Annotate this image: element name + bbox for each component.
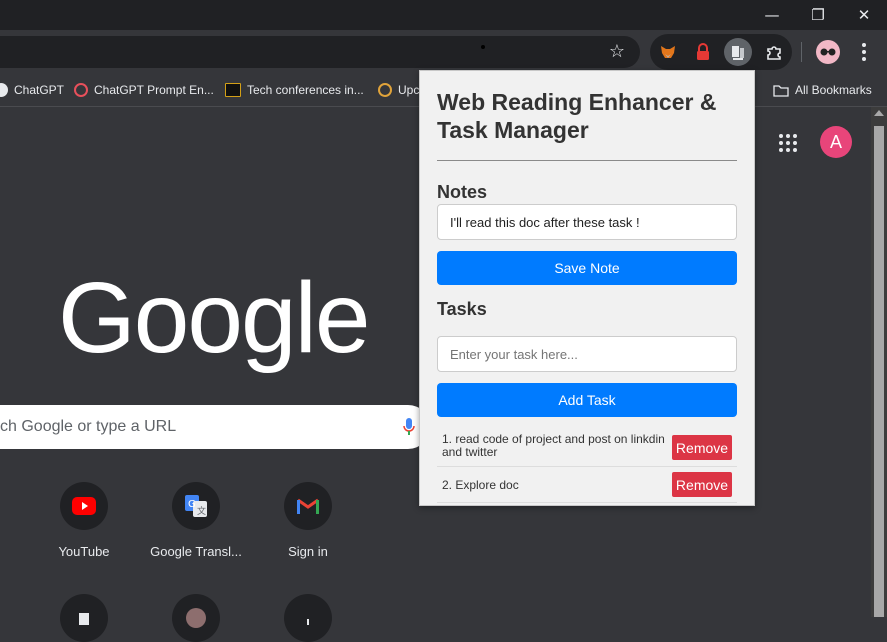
bookmark-tech-conferences[interactable]: Tech conferences in... — [225, 81, 364, 99]
task-item: 1. read code of project and post on link… — [437, 427, 737, 467]
popup-title: Web Reading Enhancer & Task Manager — [437, 89, 717, 143]
google-logo: Google — [58, 262, 370, 374]
restore-button[interactable]: ❐ — [795, 0, 841, 30]
remove-task-button[interactable]: Remove — [672, 435, 732, 460]
chrome-menu-icon[interactable] — [856, 38, 872, 66]
add-task-button[interactable]: Add Task — [437, 383, 737, 417]
translate-icon: G文 — [172, 482, 220, 530]
bookmark-chatgpt[interactable]: ChatGPT — [0, 81, 64, 99]
address-bar[interactable] — [0, 36, 640, 68]
extensions-group — [650, 34, 792, 70]
svg-text:G: G — [188, 499, 196, 510]
google-apps-icon[interactable] — [779, 134, 797, 152]
task-list: 1. read code of project and post on link… — [437, 427, 737, 503]
task-input[interactable] — [437, 336, 737, 372]
notes-heading: Notes — [437, 182, 488, 202]
search-placeholder: ch Google or type a URL — [0, 418, 177, 435]
task-item: 2. Explore doc Remove — [437, 467, 737, 503]
puzzle-icon[interactable] — [760, 38, 788, 66]
conference-icon — [225, 83, 241, 97]
cursor-dot — [481, 45, 485, 49]
bookmark-label: ChatGPT — [14, 83, 65, 97]
remove-task-button[interactable]: Remove — [672, 472, 732, 497]
task-text: 1. read code of project and post on link… — [442, 432, 665, 459]
shortcut-label: YouTube — [58, 544, 110, 559]
all-bookmarks[interactable]: All Bookmarks — [773, 81, 872, 99]
title-bar: — ❐ ✕ — [0, 0, 887, 30]
search-box[interactable]: ch Google or type a URL — [0, 405, 430, 449]
plus-icon — [284, 594, 332, 642]
note-input[interactable] — [437, 204, 737, 240]
folder-icon — [773, 84, 789, 97]
reader-icon[interactable] — [724, 38, 752, 66]
shortcut-google-translate[interactable]: G文 Google Transl... — [140, 482, 252, 559]
scrollbar-thumb[interactable] — [874, 126, 884, 617]
openai-icon — [0, 83, 8, 97]
add-shortcut-tile[interactable] — [252, 594, 364, 642]
fox-icon[interactable] — [654, 38, 682, 66]
gmail-icon — [284, 482, 332, 530]
task-text: 2. Explore doc — [442, 478, 519, 492]
toolbar-divider — [801, 42, 802, 62]
microphone-icon[interactable] — [402, 417, 416, 437]
all-bookmarks-label: All Bookmarks — [795, 83, 872, 97]
bookmark-label: ChatGPT Prompt En... — [94, 83, 214, 97]
shortcut-tile-partial[interactable] — [140, 594, 252, 642]
close-window-button[interactable]: ✕ — [841, 0, 887, 30]
shortcut-tile-partial[interactable] — [28, 594, 140, 642]
save-note-button[interactable]: Save Note — [437, 251, 737, 285]
browser-toolbar: ☆ — [0, 30, 887, 74]
title-divider — [437, 160, 737, 161]
avatar-icon — [172, 594, 220, 642]
youtube-icon — [60, 482, 108, 530]
document-icon — [60, 594, 108, 642]
bookmark-star-icon[interactable]: ☆ — [606, 41, 628, 63]
bookmark-upcoming[interactable]: Upc — [378, 81, 419, 99]
shortcut-youtube[interactable]: YouTube — [28, 482, 140, 559]
extension-popup: Web Reading Enhancer & Task Manager Note… — [419, 70, 755, 506]
bookmark-chatgpt-prompt[interactable]: ChatGPT Prompt En... — [74, 81, 214, 99]
upcoming-icon — [378, 83, 392, 97]
glasses-icon[interactable] — [816, 40, 840, 64]
shortcut-sign-in[interactable]: Sign in — [252, 482, 364, 559]
minimize-button[interactable]: — — [749, 0, 795, 30]
shortcut-label: Sign in — [288, 544, 328, 559]
account-avatar[interactable]: A — [820, 126, 852, 158]
tasks-heading: Tasks — [437, 299, 487, 319]
bookmark-label: Tech conferences in... — [247, 83, 364, 97]
bookmark-label: Upc — [398, 83, 420, 97]
scroll-up-arrow-icon[interactable] — [874, 110, 884, 116]
svg-text:文: 文 — [197, 505, 206, 517]
shortcut-label: Google Transl... — [150, 544, 242, 559]
prompt-icon — [74, 83, 88, 97]
lock-icon[interactable] — [689, 38, 717, 66]
